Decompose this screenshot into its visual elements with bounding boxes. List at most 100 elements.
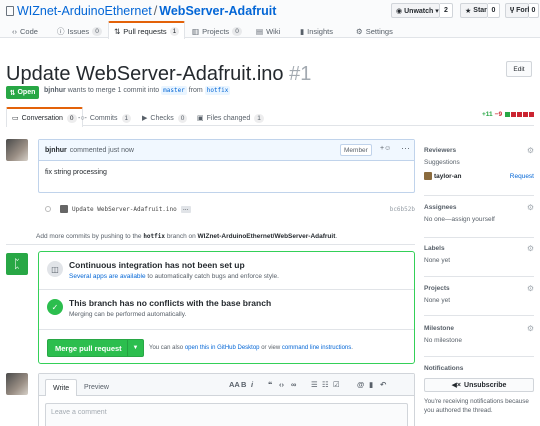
- preview-tab[interactable]: Preview: [77, 379, 116, 396]
- member-badge: Member: [340, 144, 372, 156]
- also-period: .: [351, 345, 353, 351]
- quote-icon[interactable]: ❝: [268, 380, 272, 389]
- star-count[interactable]: 0: [488, 3, 500, 18]
- cli-instructions-link[interactable]: command line instructions: [282, 345, 351, 351]
- conflict-title: This branch has no conflicts with the ba…: [69, 298, 272, 308]
- tab-code[interactable]: ‹› Code: [12, 24, 38, 39]
- unsubscribe-label: Unsubscribe: [464, 381, 507, 389]
- tab-projects-label: Projects: [202, 27, 230, 36]
- sidebar-divider: [424, 315, 534, 316]
- milestone-heading[interactable]: Milestone ⚙: [424, 324, 534, 333]
- pr-number: #1: [289, 63, 312, 85]
- commit-sha[interactable]: bc6b52b: [390, 206, 415, 213]
- author-avatar[interactable]: [6, 139, 28, 161]
- merge-options-dropdown[interactable]: ▼: [127, 340, 143, 356]
- tab-insights[interactable]: ▮ Insights: [300, 24, 333, 39]
- tab-checks[interactable]: ▶ Checks 0: [142, 110, 188, 126]
- tab-settings[interactable]: ⚙ Settings: [356, 24, 393, 39]
- wiki-icon: ▤: [256, 27, 264, 36]
- tab-commits[interactable]: -○- Commits 1: [78, 110, 132, 126]
- commit-expand-button[interactable]: …: [180, 205, 191, 213]
- fork-count[interactable]: 0: [529, 3, 539, 18]
- more-options-icon[interactable]: ···: [401, 143, 410, 153]
- reviewer-avatar: [424, 172, 432, 180]
- fork-button[interactable]: Ⴤ Fork: [505, 3, 531, 18]
- push-note-middle: branch on: [166, 233, 196, 240]
- request-review-link[interactable]: Request: [510, 173, 534, 180]
- reviewers-heading[interactable]: Reviewers ⚙: [424, 146, 534, 155]
- gear-icon[interactable]: ⚙: [527, 203, 534, 212]
- also-prefix: You can also: [149, 345, 184, 351]
- tab-issues[interactable]: ⓘ Issues 0: [57, 24, 102, 39]
- tab-projects[interactable]: ▥ Projects 0: [192, 24, 242, 39]
- projects-section: Projects ⚙ None yet: [424, 284, 534, 304]
- gear-icon[interactable]: ⚙: [527, 244, 534, 253]
- mention-icon[interactable]: @: [357, 380, 364, 389]
- star-button[interactable]: ★ Star: [460, 3, 488, 18]
- base-branch[interactable]: master: [161, 86, 187, 95]
- tab-files-changed-count: 1: [254, 113, 264, 123]
- repo-title: WIZnet-ArduinoEthernet / WebServer-Adafrui…: [6, 4, 276, 18]
- edit-title-button[interactable]: Edit: [506, 61, 532, 77]
- mute-icon: ◀×: [451, 382, 462, 389]
- diffstat-block: [529, 112, 535, 117]
- tab-wiki[interactable]: ▤ Wiki: [256, 24, 280, 39]
- write-tab[interactable]: Write: [45, 379, 78, 396]
- gear-icon[interactable]: ⚙: [527, 284, 534, 293]
- reply-icon[interactable]: ↶: [380, 380, 386, 389]
- tab-pull-requests[interactable]: ⇅ Pull requests 1: [108, 21, 186, 39]
- tab-issues-label: Issues: [67, 27, 90, 36]
- repo-owner-link[interactable]: WIZnet-ArduinoEthernet: [17, 4, 152, 18]
- comment-time[interactable]: commented just now: [70, 147, 134, 154]
- labels-heading[interactable]: Labels ⚙: [424, 244, 534, 253]
- code-icon: ‹›: [12, 27, 17, 36]
- repo-name-link[interactable]: WebServer-Adafruit: [159, 4, 276, 18]
- link-icon[interactable]: ∞: [291, 380, 296, 389]
- tab-files-changed[interactable]: ▣ Files changed 1: [197, 110, 264, 126]
- labels-section: Labels ⚙ None yet: [424, 244, 534, 264]
- milestone-section: Milestone ⚙ No milestone: [424, 324, 534, 344]
- merge-pull-request-button[interactable]: Merge pull request: [48, 344, 127, 353]
- suggestions-label: Suggestions: [424, 159, 460, 166]
- apps-link[interactable]: Several apps are available: [69, 273, 146, 280]
- gear-icon[interactable]: ⚙: [527, 146, 534, 155]
- pr-author-link[interactable]: bjnhur: [44, 87, 66, 94]
- projects-heading[interactable]: Projects ⚙: [424, 284, 534, 293]
- comment-textarea[interactable]: Leave a comment: [45, 403, 408, 426]
- current-user-avatar[interactable]: [6, 373, 28, 395]
- tab-files-changed-label: Files changed: [206, 114, 251, 122]
- commit-message[interactable]: Update WebServer-Adafruit.ino: [72, 206, 177, 213]
- eye-icon: ◉: [396, 7, 403, 15]
- add-reaction-icon[interactable]: +☺: [380, 145, 391, 152]
- assignees-value[interactable]: No one—assign yourself: [424, 216, 534, 223]
- gear-icon[interactable]: ⚙: [527, 324, 534, 333]
- code-icon[interactable]: ‹›: [279, 380, 284, 389]
- bold-icon[interactable]: B: [241, 380, 246, 389]
- github-desktop-link[interactable]: open this in GitHub Desktop: [185, 345, 260, 351]
- pr-state-label: Open: [17, 89, 36, 96]
- push-note: Add more commits by pushing to the hotfi…: [36, 233, 337, 240]
- unsubscribe-button[interactable]: ◀× Unsubscribe: [424, 378, 534, 392]
- star-icon: ★: [465, 7, 472, 15]
- commit-author-avatar[interactable]: [60, 205, 68, 213]
- assignees-heading[interactable]: Assignees ⚙: [424, 203, 534, 212]
- editor-tabs: Write Preview AA B i ❝ ‹› ∞ ☰ ☷ ☑ @ ▮ ↶: [39, 374, 414, 396]
- or-view-text: or view: [261, 345, 281, 351]
- numbered-list-icon[interactable]: ☷: [322, 380, 329, 389]
- tab-commits-count: 1: [121, 113, 132, 123]
- bullet-list-icon[interactable]: ☰: [311, 380, 318, 389]
- comment-author[interactable]: bjnhur: [45, 147, 67, 154]
- tab-conversation[interactable]: ▭ Conversation 0: [6, 107, 83, 127]
- tab-conversation-label: Conversation: [21, 114, 63, 122]
- heading-icon[interactable]: AA: [229, 380, 240, 389]
- bookmark-icon[interactable]: ▮: [369, 380, 373, 389]
- watch-count[interactable]: 2: [440, 3, 453, 18]
- italic-icon[interactable]: i: [251, 380, 253, 389]
- labels-value: None yet: [424, 257, 451, 264]
- reviewers-label: Reviewers: [424, 147, 457, 154]
- diffstat-block: [523, 112, 529, 117]
- project-icon: ▥: [192, 27, 200, 36]
- task-list-icon[interactable]: ☑: [333, 380, 340, 389]
- head-branch[interactable]: hotfix: [204, 86, 231, 95]
- unwatch-button[interactable]: ◉ Unwatch ▾: [391, 3, 440, 18]
